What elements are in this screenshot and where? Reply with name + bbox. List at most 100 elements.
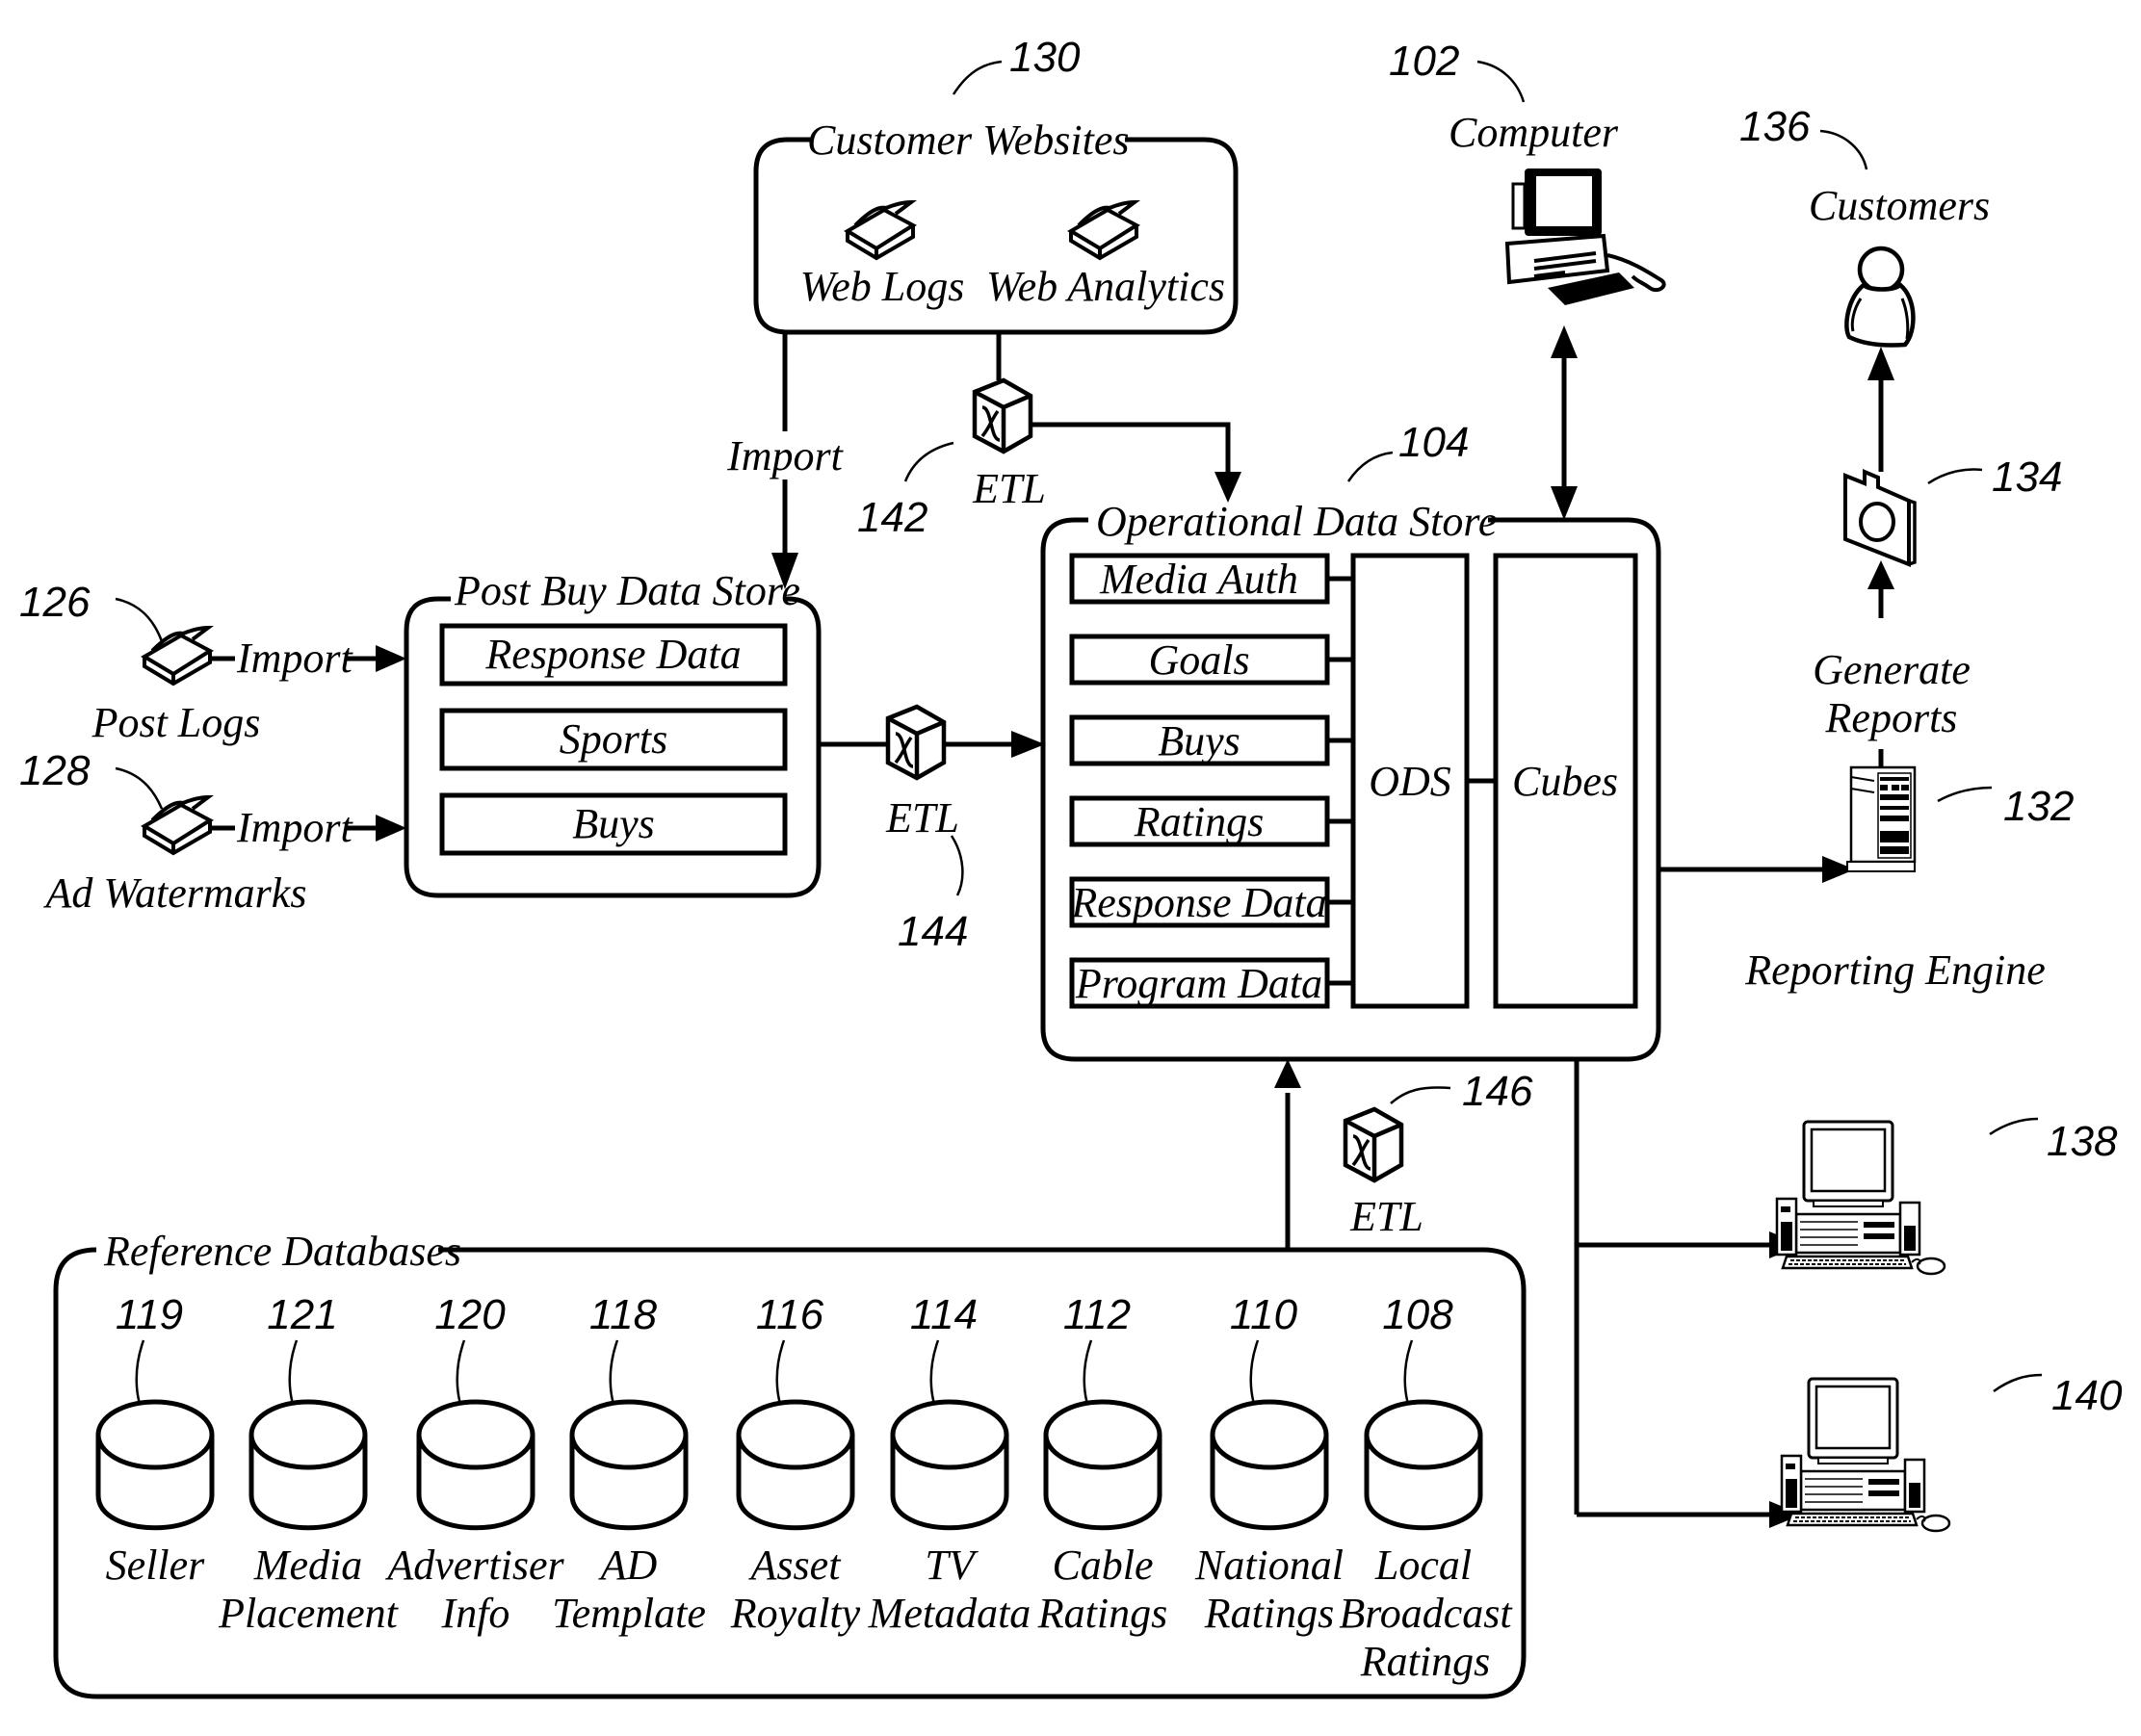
db-ref-number: 108: [1382, 1291, 1453, 1338]
reports-label: Reports: [1825, 694, 1958, 741]
database-icon: [251, 1402, 365, 1528]
computer-label: Computer: [1449, 109, 1619, 156]
workstation-138-icon: [1775, 1120, 1946, 1276]
etl-142-icon: [975, 380, 1031, 452]
computer-icon: [1504, 168, 1666, 305]
db-label-line: National: [1194, 1542, 1344, 1589]
operational-data-store: Operational Data Store 104 Media Auth Go…: [1040, 419, 1661, 1062]
ad-watermarks-label: Ad Watermarks: [43, 869, 307, 917]
db-label-line: Advertiser: [384, 1542, 564, 1589]
arrow-right-icon: [1011, 731, 1045, 758]
db-label-line: Template: [552, 1590, 706, 1637]
ref-142: 142: [857, 494, 927, 541]
db-label-line: TV: [925, 1542, 979, 1589]
reference-db-item: 116 AssetRoyalty: [730, 1291, 861, 1637]
database-icon: [98, 1402, 212, 1528]
db-label-line: Cable: [1052, 1542, 1153, 1589]
web-analytics-label: Web Analytics: [986, 263, 1225, 310]
ods-item-label: Buys: [1158, 717, 1240, 764]
ref-130: 130: [1009, 34, 1081, 81]
ad-watermarks-group: 128 Import Ad Watermarks: [19, 747, 406, 917]
db-ref-number: 119: [116, 1291, 183, 1338]
database-icon: [739, 1402, 852, 1528]
reference-db-item: 120 AdvertiserInfo: [384, 1291, 564, 1637]
ref-102: 102: [1389, 38, 1459, 85]
reference-db-item: 114 TVMetadata: [868, 1291, 1031, 1637]
reference-databases-title: Reference Databases: [103, 1228, 461, 1275]
post-buy-data-store-title: Post Buy Data Store: [454, 567, 800, 614]
post-logs-group: 126 Import Post Logs: [19, 579, 406, 746]
arrow-up-icon: [1867, 347, 1894, 380]
db-label-line: Metadata: [868, 1590, 1031, 1637]
db-ref-number: 116: [756, 1291, 824, 1338]
reference-db-item: 118 ADTemplate: [552, 1291, 706, 1637]
etl-146-icon: [1345, 1109, 1401, 1180]
report-icon: [1843, 468, 1917, 567]
db-ref-number: 118: [589, 1291, 658, 1338]
database-icon: [893, 1402, 1006, 1528]
ods-title: Operational Data Store: [1096, 498, 1497, 545]
post-buy-item-label: Response Data: [484, 631, 741, 678]
ref-138: 138: [2047, 1118, 2118, 1165]
reference-db-item: 110 NationalRatings: [1194, 1291, 1344, 1637]
web-logs-icon: [846, 200, 915, 260]
arrow-up-icon: [1274, 1059, 1301, 1088]
ods-item-label: Response Data: [1070, 879, 1326, 926]
db-label-line: Media: [253, 1542, 362, 1589]
db-ref-number: 112: [1063, 1291, 1131, 1338]
etl-146-label: ETL: [1349, 1193, 1423, 1240]
reporting-engine-label: Reporting Engine: [1744, 946, 2046, 994]
db-label-line: Royalty: [730, 1590, 861, 1637]
database-icon: [572, 1402, 686, 1528]
ref-126: 126: [19, 579, 91, 626]
db-label-line: Asset: [748, 1542, 843, 1589]
db-ref-number: 121: [267, 1291, 337, 1338]
ods-item-label: Goals: [1148, 636, 1249, 684]
ref-132: 132: [2003, 783, 2074, 830]
db-ref-number: 110: [1230, 1291, 1298, 1338]
ad-watermarks-import-label: Import: [236, 804, 354, 851]
client-workstations: 138 140: [1574, 1059, 2123, 1533]
database-icon: [419, 1402, 533, 1528]
post-logs-label: Post Logs: [91, 699, 261, 746]
reference-db-item: 121 MediaPlacement: [218, 1291, 399, 1637]
customer-websites-title: Customer Websites: [807, 117, 1130, 164]
server-icon: [1846, 765, 1917, 872]
etl-144-label: ETL: [885, 794, 959, 842]
web-analytics-icon: [1069, 200, 1138, 260]
customers-label: Customers: [1809, 182, 1990, 229]
ref-146: 146: [1462, 1068, 1533, 1115]
post-buy-item-label: Sports: [560, 715, 667, 763]
database-icon: [1367, 1402, 1480, 1528]
post-logs-import-label: Import: [236, 635, 354, 682]
database-icon: [1046, 1402, 1160, 1528]
arrow-down-icon: [1551, 486, 1578, 520]
post-logs-icon: [143, 626, 212, 686]
workstation-140-icon: [1780, 1377, 1951, 1533]
db-label-line: Ratings: [1204, 1590, 1334, 1637]
ref-140: 140: [2051, 1372, 2123, 1419]
arrow-right-icon: [376, 815, 406, 842]
db-label-line: Info: [441, 1590, 510, 1637]
ods-items: Media Auth Goals Buys Ratings Response D…: [1069, 553, 1353, 1009]
web-logs-label: Web Logs: [800, 263, 965, 310]
customer-person-icon: [1844, 246, 1916, 348]
db-label-line: Seller: [106, 1542, 206, 1589]
ref-104: 104: [1398, 419, 1469, 466]
reference-databases: Reference Databases 119 Seller 121 MediaPla…: [53, 1228, 1527, 1699]
db-label-line: AD: [598, 1542, 658, 1589]
db-label-line: Local: [1374, 1542, 1472, 1589]
ref-134: 134: [1992, 453, 2062, 501]
ref-144: 144: [898, 908, 968, 955]
arrow-up-icon: [1867, 560, 1894, 589]
etl-142-label: ETL: [972, 465, 1046, 512]
arrow-right-icon: [376, 645, 406, 672]
arrow-up-icon: [1551, 325, 1578, 358]
post-buy-item-label: Buys: [572, 800, 655, 847]
cubes-label: Cubes: [1512, 758, 1618, 805]
customer-websites-group: Customer Websites Web Logs Web Analytics…: [753, 34, 1239, 335]
etl-144-icon: [888, 707, 944, 778]
ref-136: 136: [1739, 103, 1811, 150]
database-icon: [1213, 1402, 1326, 1528]
reference-db-list: 119 Seller 121 MediaPlacement 120 AdvertiserI…: [98, 1291, 1513, 1685]
